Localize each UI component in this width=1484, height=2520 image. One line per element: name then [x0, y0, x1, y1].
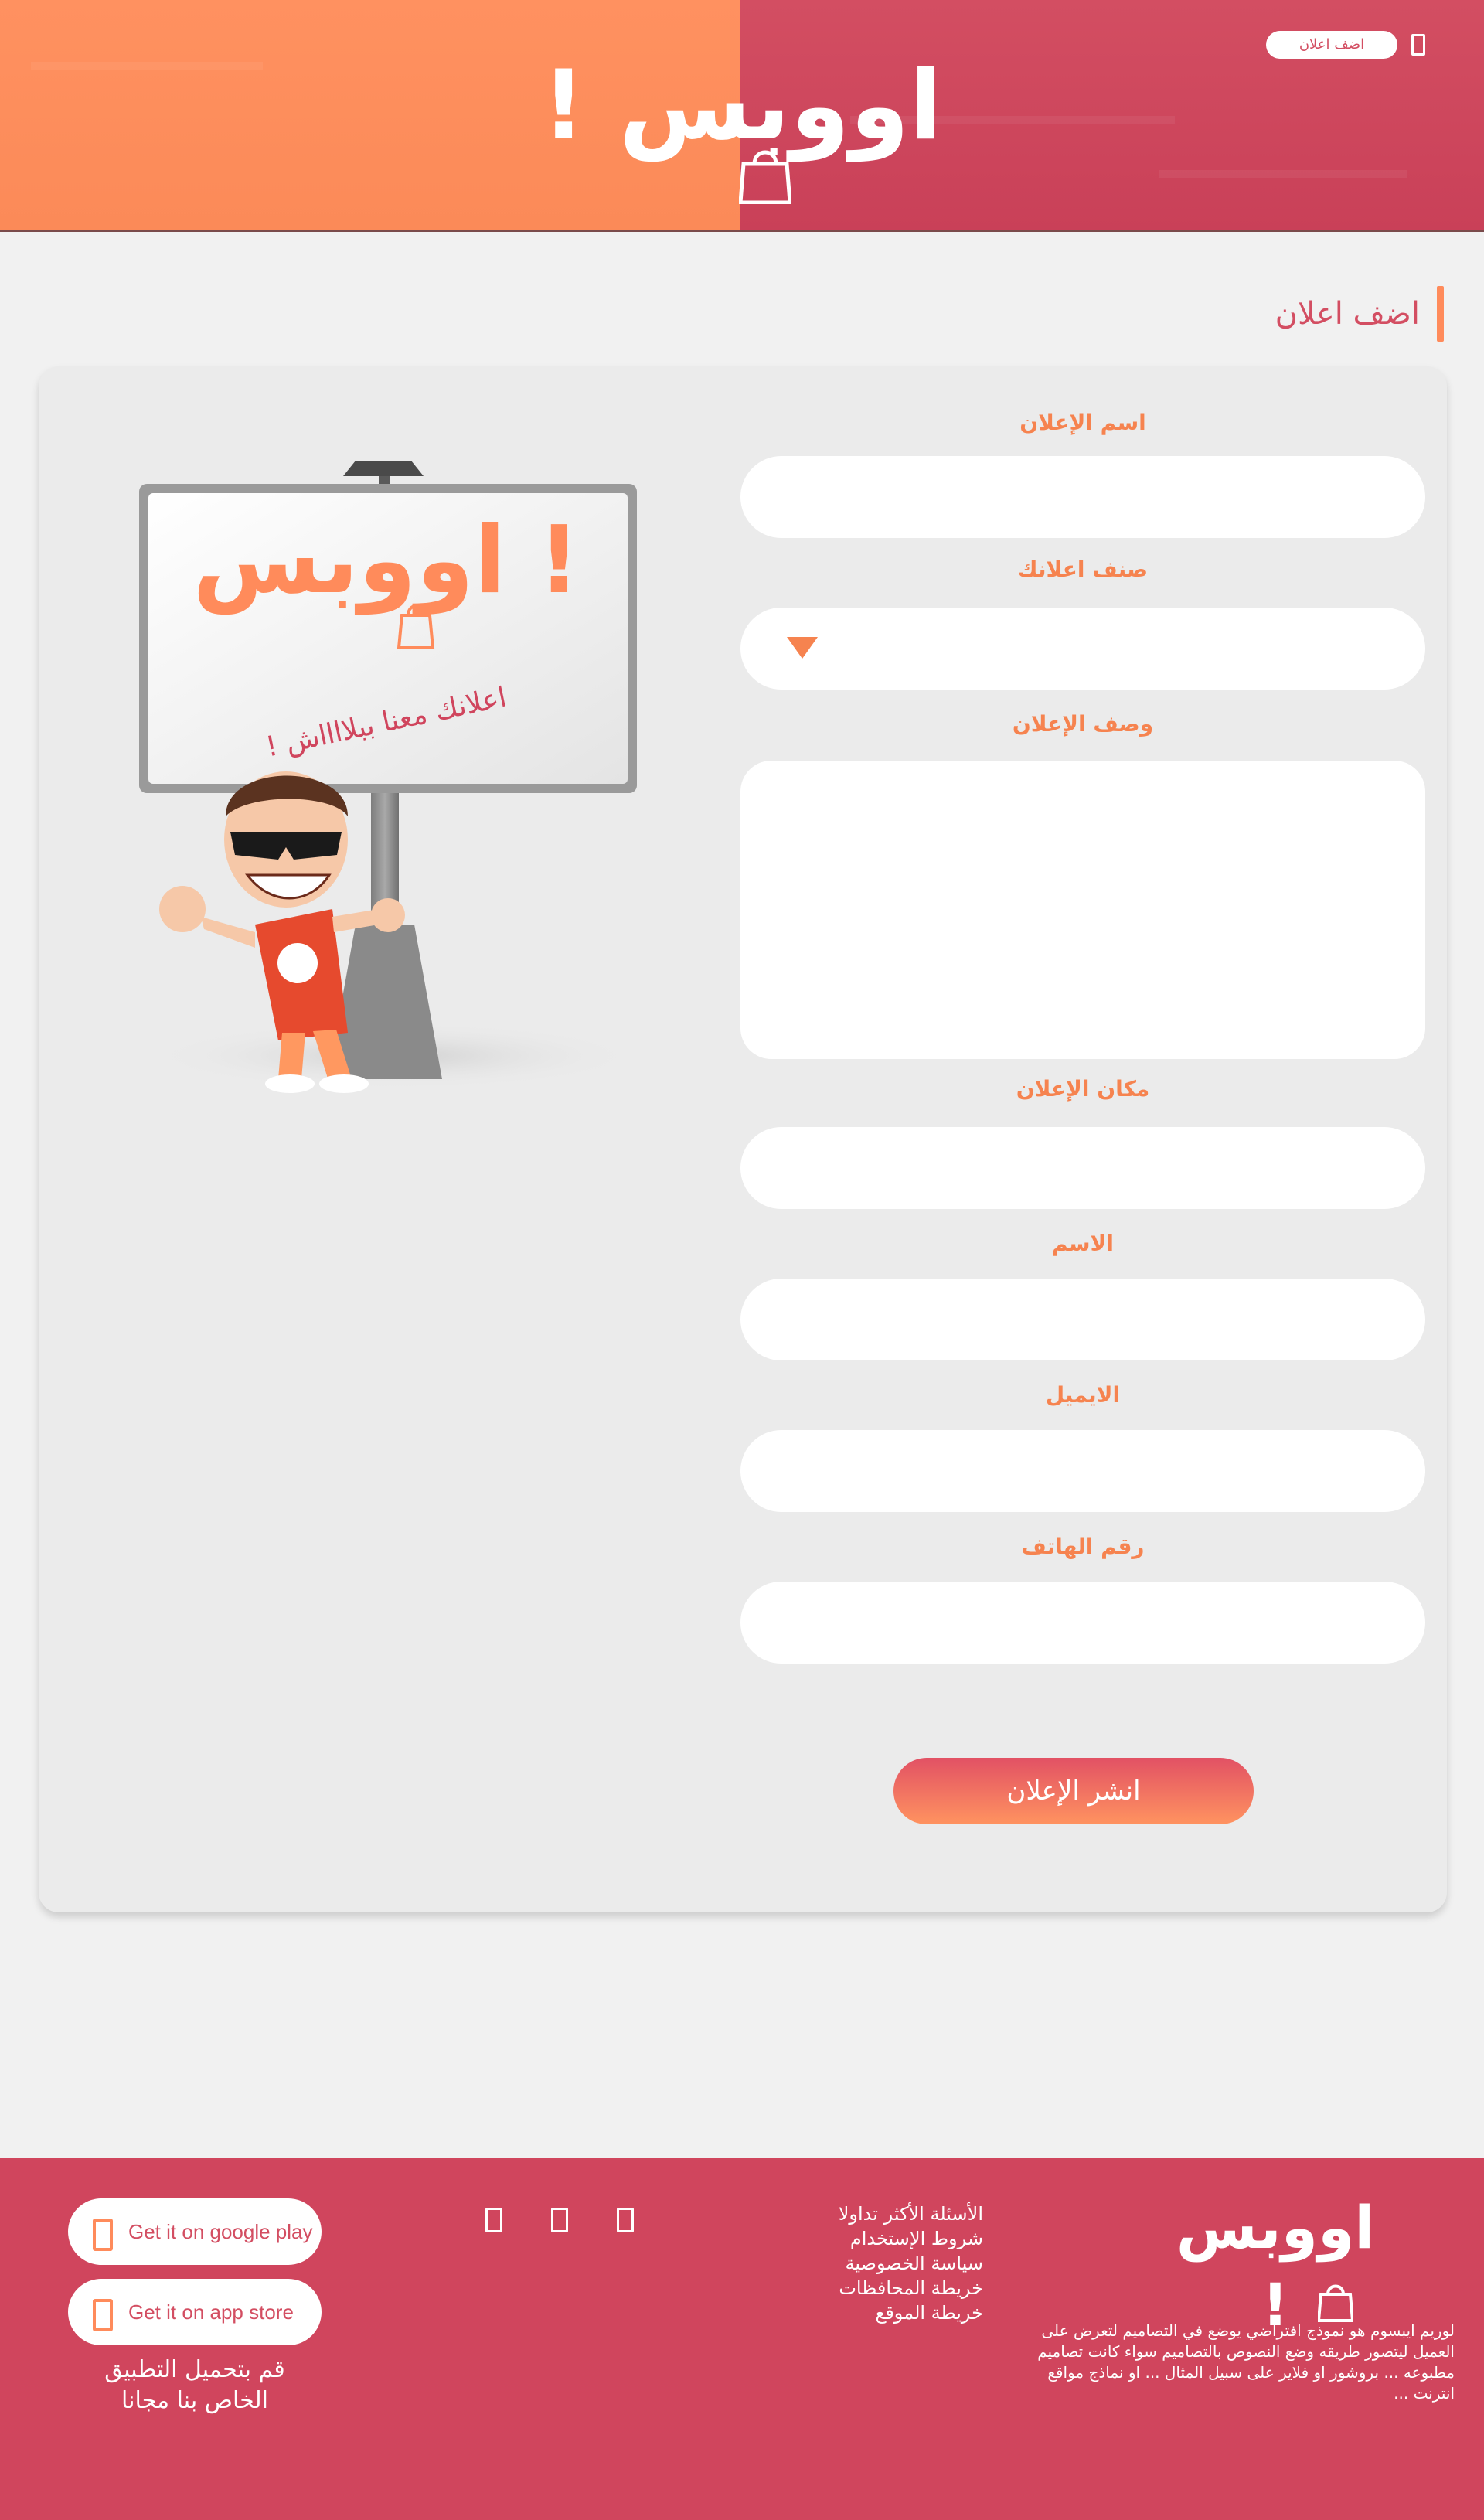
name-label: الاسم	[1052, 1231, 1114, 1256]
sign-logo: اووبس !	[192, 507, 580, 615]
footer-link-sitemap[interactable]: خريطة الموقع	[773, 2300, 983, 2325]
site-header: اووبس ! اضف اعلان	[0, 0, 1484, 232]
header-texture	[1159, 170, 1407, 178]
name-input[interactable]	[740, 1279, 1425, 1360]
header-texture	[31, 62, 263, 70]
google-play-label: Get it on google play	[128, 2220, 313, 2243]
footer-links: الأسئلة الأكثر تداولا شروط الإستخدام سيا…	[773, 2202, 983, 2325]
menu-icon[interactable]	[1411, 34, 1425, 56]
page-title: اضف اعلان	[1275, 296, 1420, 332]
ad-name-label: اسم الإعلان	[1019, 410, 1146, 435]
location-label: مكان الإعلان	[1016, 1076, 1150, 1102]
email-input[interactable]	[740, 1430, 1425, 1512]
category-label: صنف اعلانك	[1017, 557, 1149, 582]
shopping-bag-icon	[1318, 2284, 1353, 2322]
app-store-button[interactable]: Get it on app store	[68, 2279, 322, 2345]
social-icon[interactable]	[551, 2208, 568, 2232]
download-app-line-1: قم بتحميل التطبيق	[104, 2356, 285, 2383]
footer-link-privacy[interactable]: سياسة الخصوصية	[773, 2251, 983, 2276]
category-select[interactable]	[740, 608, 1425, 690]
site-footer: اووبس ! لوريم ايبسوم هو نموذج افتراضي يو…	[0, 2158, 1484, 2520]
social-icon[interactable]	[485, 2208, 502, 2232]
ad-name-input[interactable]	[740, 456, 1425, 538]
billboard-mascot-illustration: اووبس ! ! اعلانك معنا ببلااااش	[139, 461, 642, 1093]
phone-input[interactable]	[740, 1582, 1425, 1664]
footer-link-governorates-map[interactable]: خريطة المحافظات	[773, 2276, 983, 2300]
description-label: وصف الإعلان	[1012, 711, 1154, 737]
location-input[interactable]	[740, 1127, 1425, 1209]
add-ad-button[interactable]: اضف اعلان	[1266, 31, 1397, 59]
download-app-text: قم بتحميل التطبيق الخاص بنا مجانا	[68, 2355, 322, 2416]
google-play-button[interactable]: Get it on google play	[68, 2198, 322, 2265]
app-store-icon	[93, 2299, 113, 2331]
description-textarea[interactable]	[740, 761, 1425, 1059]
footer-link-terms[interactable]: شروط الإستخدام	[773, 2226, 983, 2251]
page-title-block: اضف اعلان	[1275, 286, 1444, 342]
footer-link-faq[interactable]: الأسئلة الأكثر تداولا	[773, 2202, 983, 2226]
shopping-bag-icon	[739, 150, 791, 204]
download-app-line-2: الخاص بنا مجانا	[121, 2387, 268, 2414]
email-label: الايميل	[1045, 1382, 1121, 1408]
chevron-down-icon[interactable]	[787, 637, 818, 659]
title-accent-bar	[1437, 286, 1444, 342]
footer-description: لوريم ايبسوم هو نموذج افتراضي يوضع في ال…	[1037, 2321, 1455, 2403]
publish-ad-button[interactable]: انشر الإعلان	[893, 1758, 1254, 1824]
google-play-icon	[93, 2219, 113, 2251]
social-icon[interactable]	[617, 2208, 634, 2232]
header-logo[interactable]: اووبس !	[541, 48, 943, 218]
app-store-label: Get it on app store	[128, 2300, 294, 2324]
phone-label: رقم الهاتف	[1021, 1534, 1145, 1559]
footer-logo[interactable]: اووبس !	[1159, 2189, 1391, 2339]
